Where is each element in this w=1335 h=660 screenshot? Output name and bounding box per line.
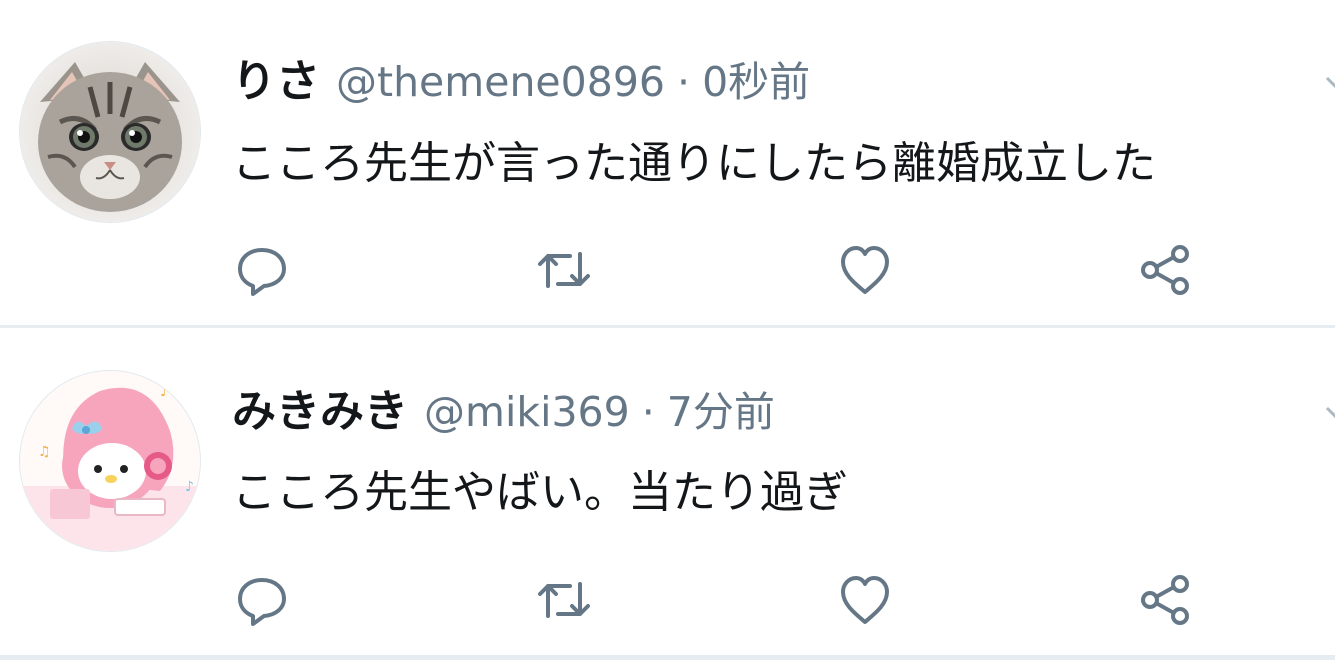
- retweet-icon: [538, 582, 590, 618]
- tweet-actions: [232, 240, 1212, 300]
- tweet-text: こころ先生やばい。当たり過ぎ: [232, 467, 848, 518]
- retweet-button[interactable]: [534, 240, 594, 300]
- tweet-header: りさ @themene0896 · 0秒前: [232, 45, 810, 108]
- share-icon: [1141, 575, 1189, 625]
- tweet-card[interactable]: ♫ ♪ ♪ みきみき @miki369 · 7分前 こころ先生やばい。当たり過ぎ: [0, 328, 1335, 660]
- avatar[interactable]: ♫ ♪ ♪: [19, 370, 201, 552]
- display-name[interactable]: みきみき: [232, 375, 408, 439]
- separator-dot: ·: [677, 58, 691, 106]
- tweet-text: こころ先生が言った通りにしたら離婚成立した: [232, 138, 1156, 189]
- svg-text:♪: ♪: [160, 384, 169, 400]
- tweet-card[interactable]: りさ @themene0896 · 0秒前 こころ先生が言った通りにしたら離婚成…: [0, 0, 1335, 328]
- retweet-button[interactable]: [534, 570, 594, 630]
- like-button[interactable]: [835, 240, 895, 300]
- user-handle[interactable]: @miki369: [424, 388, 630, 436]
- like-icon: [841, 246, 889, 294]
- separator-dot: ·: [641, 388, 655, 436]
- reply-button[interactable]: [232, 240, 292, 300]
- timestamp[interactable]: 7分前: [667, 378, 775, 438]
- tweet-divider: [0, 655, 1335, 660]
- reply-icon: [238, 578, 286, 626]
- my-melody-avatar-image: ♫ ♪ ♪: [20, 371, 200, 551]
- svg-text:♪: ♪: [185, 479, 194, 495]
- chevron-down-icon[interactable]: [1323, 400, 1335, 430]
- avatar[interactable]: [19, 41, 201, 223]
- user-handle[interactable]: @themene0896: [336, 58, 665, 106]
- retweet-icon: [538, 252, 590, 288]
- share-button[interactable]: [1136, 240, 1196, 300]
- timeline-feed: りさ @themene0896 · 0秒前 こころ先生が言った通りにしたら離婚成…: [0, 0, 1335, 660]
- tweet-actions: [232, 570, 1212, 630]
- like-button[interactable]: [835, 570, 895, 630]
- like-icon: [841, 576, 889, 624]
- svg-text:♫: ♫: [38, 444, 51, 460]
- tweet-header: みきみき @miki369 · 7分前: [232, 375, 775, 438]
- reply-icon: [238, 248, 286, 296]
- share-button[interactable]: [1136, 570, 1196, 630]
- timestamp[interactable]: 0秒前: [702, 48, 810, 108]
- chevron-down-icon[interactable]: [1323, 70, 1335, 100]
- share-icon: [1141, 245, 1189, 295]
- cat-avatar-image: [20, 42, 200, 222]
- reply-button[interactable]: [232, 570, 292, 630]
- display-name[interactable]: りさ: [232, 45, 320, 109]
